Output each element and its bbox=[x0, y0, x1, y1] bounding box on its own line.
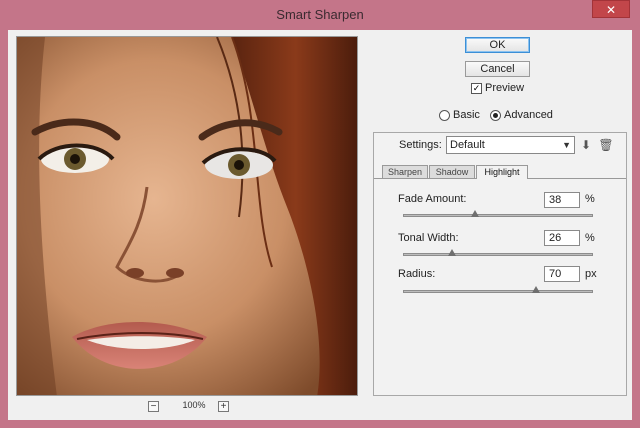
trash-icon[interactable]: 🗑 bbox=[598, 137, 614, 153]
radius-label: Radius: bbox=[398, 268, 436, 280]
radius-slider-thumb[interactable] bbox=[532, 286, 540, 293]
chevron-down-icon: ▼ bbox=[562, 140, 571, 150]
zoom-level: 100% bbox=[182, 400, 206, 410]
tab-sharpen[interactable]: Sharpen bbox=[382, 165, 428, 178]
tab-highlight[interactable]: Highlight bbox=[476, 165, 528, 179]
portrait-photo bbox=[17, 37, 357, 395]
zoom-controls: − 100% + bbox=[148, 400, 238, 414]
tab-shadow[interactable]: Shadow bbox=[429, 165, 475, 178]
tonal-width-slider-track[interactable] bbox=[403, 253, 593, 256]
fade-amount-unit: % bbox=[585, 193, 595, 205]
radius-input[interactable]: 70 bbox=[544, 266, 580, 282]
close-button[interactable]: ✕ bbox=[592, 0, 630, 18]
cancel-button[interactable]: Cancel bbox=[465, 61, 530, 77]
ok-button[interactable]: OK bbox=[465, 37, 530, 53]
title-bar: Smart Sharpen ✕ bbox=[0, 0, 640, 30]
settings-label: Settings: bbox=[399, 139, 442, 151]
preview-image[interactable] bbox=[16, 36, 358, 396]
basic-radio[interactable] bbox=[439, 110, 450, 121]
preview-checkbox[interactable]: ✓ bbox=[471, 83, 482, 94]
window-title: Smart Sharpen bbox=[276, 7, 364, 22]
zoom-in-button[interactable]: + bbox=[218, 401, 229, 412]
advanced-radio[interactable] bbox=[490, 110, 501, 121]
tab-bar: Sharpen Shadow Highlight bbox=[374, 165, 626, 179]
dialog-body: − 100% + OK Cancel ✓ Preview Basic Advan… bbox=[8, 30, 632, 420]
fade-amount-input[interactable]: 38 bbox=[544, 192, 580, 208]
save-settings-icon[interactable]: ⬇ bbox=[578, 137, 594, 153]
preview-label: Preview bbox=[485, 82, 525, 94]
tonal-width-input[interactable]: 26 bbox=[544, 230, 580, 246]
tonal-width-label: Tonal Width: bbox=[398, 232, 459, 244]
advanced-label: Advanced bbox=[504, 109, 553, 121]
settings-dropdown[interactable]: Default ▼ bbox=[446, 136, 575, 154]
fade-amount-slider-thumb[interactable] bbox=[471, 210, 480, 217]
settings-value: Default bbox=[450, 139, 485, 151]
tonal-width-unit: % bbox=[585, 232, 595, 244]
fade-amount-slider-track[interactable] bbox=[403, 214, 593, 217]
basic-label: Basic bbox=[453, 109, 480, 121]
radius-slider-track[interactable] bbox=[403, 290, 593, 293]
tonal-width-slider-thumb[interactable] bbox=[448, 249, 457, 256]
zoom-out-button[interactable]: − bbox=[148, 401, 159, 412]
fade-amount-label: Fade Amount: bbox=[398, 193, 467, 205]
dialog-window: Smart Sharpen ✕ − 100% + OK Cancel ✓ Pre… bbox=[0, 0, 640, 428]
radius-unit: px bbox=[585, 268, 597, 280]
